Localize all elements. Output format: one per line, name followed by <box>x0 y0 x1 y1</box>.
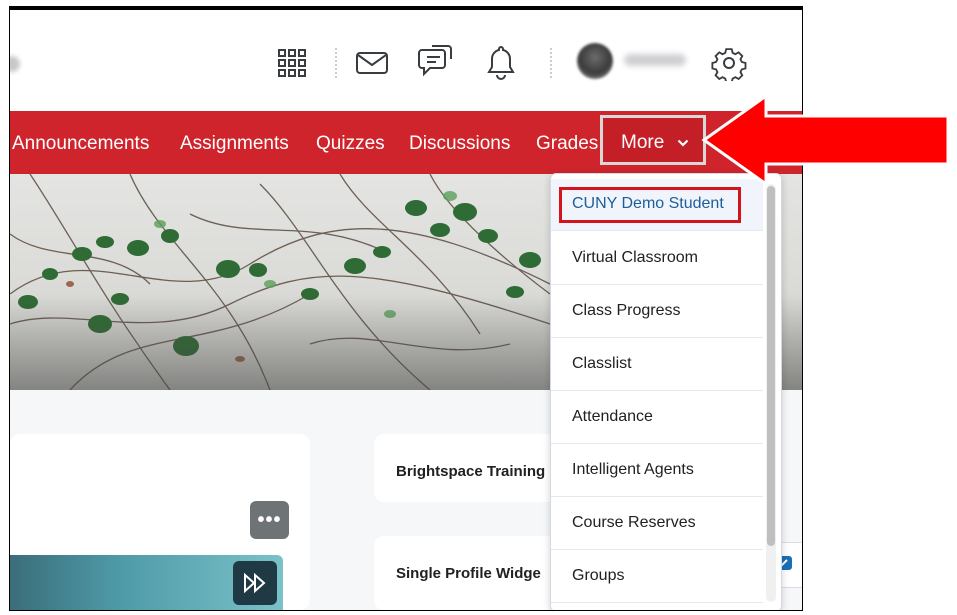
chat-bubble-icon[interactable] <box>417 43 455 81</box>
mail-icon[interactable] <box>354 46 390 80</box>
menu-item-groups[interactable]: Groups <box>551 551 763 603</box>
menu-item-label: Groups <box>572 567 625 584</box>
widget-title-profile: Single Profile Widge <box>396 565 541 582</box>
chevron-down-icon <box>677 135 689 153</box>
apps-grid-icon[interactable] <box>275 46 309 80</box>
red-arrow-annotation <box>700 88 952 197</box>
dropdown-scrollbar-thumb[interactable] <box>767 186 775 546</box>
menu-item-course-reserves[interactable]: Course Reserves <box>551 498 763 550</box>
menu-item-label: Class Progress <box>572 302 681 319</box>
bell-icon[interactable] <box>484 43 518 81</box>
gear-icon[interactable] <box>710 44 748 82</box>
menu-item-label: Virtual Classroom <box>572 249 698 266</box>
header-separator <box>550 48 552 78</box>
menu-item-label: Course Reserves <box>572 514 696 531</box>
menu-item-label: Attendance <box>572 408 653 425</box>
nav-grades[interactable]: Grades <box>536 133 598 155</box>
menu-item-class-progress[interactable]: Class Progress <box>551 286 763 338</box>
menu-item-virtual-classroom[interactable]: Virtual Classroom <box>551 233 763 285</box>
menu-item-attendance[interactable]: Attendance <box>551 392 763 444</box>
menu-item-label: Classlist <box>572 355 632 372</box>
menu-item-intelligent-agents[interactable]: Intelligent Agents <box>551 445 763 497</box>
widget-title-brightspace: Brightspace Training <box>396 463 546 480</box>
nav-quizzes[interactable]: Quizzes <box>316 133 385 155</box>
org-logo[interactable] <box>10 56 20 72</box>
more-dropdown-menu: CUNY Demo Student Virtual Classroom Clas… <box>550 173 782 610</box>
browser-frame: Announcements Assignments Quizzes Discus… <box>9 6 803 611</box>
course-navbar: Announcements Assignments Quizzes Discus… <box>10 111 802 174</box>
header-separator <box>335 48 337 78</box>
nav-assignments[interactable]: Assignments <box>180 133 289 155</box>
avatar[interactable] <box>577 43 613 79</box>
top-header <box>10 10 802 111</box>
fast-forward-icon[interactable] <box>233 561 277 605</box>
menu-item-label: Intelligent Agents <box>572 461 694 478</box>
nav-announcements[interactable]: Announcements <box>12 133 149 155</box>
ellipsis-icon[interactable]: ••• <box>250 501 289 539</box>
nav-more-button[interactable]: More <box>600 115 706 165</box>
menu-item-classlist[interactable]: Classlist <box>551 339 763 391</box>
user-name-blurred[interactable] <box>624 54 686 66</box>
nav-discussions[interactable]: Discussions <box>409 133 510 155</box>
nav-more-label: More <box>621 132 665 153</box>
